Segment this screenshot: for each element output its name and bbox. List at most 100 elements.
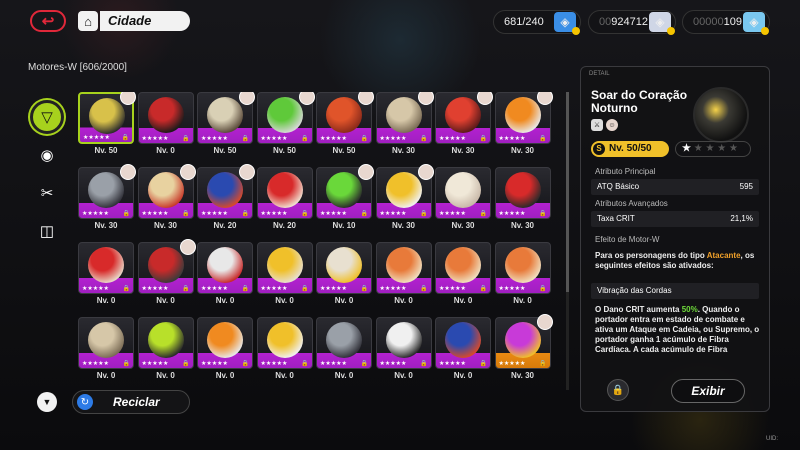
w-engine-card[interactable]: ★★★★★ 🔒 Nv. 0 — [375, 317, 432, 387]
w-engine-card[interactable]: ★★★★★ 🔒 Nv. 20 — [256, 167, 313, 237]
card-frame: ★★★★★ 🔒 — [435, 317, 491, 369]
w-engine-art — [88, 322, 124, 358]
w-engine-card[interactable]: ★★★★★ 🔒 Nv. 50 — [78, 92, 136, 162]
adv-attr-title: Atributos Avançados — [595, 199, 668, 208]
w-engine-card[interactable]: ★★★★★ 🔒 Nv. 0 — [435, 317, 491, 387]
recycle-button[interactable]: ↻ Reciclar — [72, 390, 190, 414]
lock-icon: 🔒 — [420, 136, 428, 142]
w-engine-card[interactable]: ★★★★★ 🔒 Nv. 50 — [197, 92, 255, 162]
w-engine-art — [326, 322, 362, 358]
lock-icon: 🔒 — [539, 286, 547, 292]
card-frame: ★★★★★ 🔒 — [494, 242, 551, 294]
lock-icon: 🔒 — [122, 211, 130, 217]
w-engine-card[interactable]: ★★★★★ 🔒 Nv. 0 — [435, 242, 491, 312]
w-engine-card[interactable]: ★★★★★ 🔒 Nv. 50 — [316, 92, 374, 162]
equipped-avatar — [417, 92, 434, 105]
type-icons: ⚔ ☺ — [591, 119, 618, 131]
resource-value: 109 — [723, 16, 742, 28]
w-engine-tab-icon[interactable]: ▽ — [30, 100, 64, 134]
w-engine-card[interactable]: ★★★★★ 🔒 Nv. 30 — [375, 92, 434, 162]
add-resource-icon[interactable] — [667, 27, 675, 35]
refinement-stars: ★★★★★ — [498, 136, 526, 142]
card-level: Nv. 0 — [275, 296, 294, 305]
equipped-avatar — [298, 92, 315, 105]
funnel-icon[interactable]: ▼ — [37, 392, 57, 412]
card-frame: ★★★★★ 🔒 — [256, 167, 313, 219]
main-attr-title: Atributo Principal — [595, 167, 656, 176]
w-engine-card[interactable]: ★★★★★ 🔒 Nv. 0 — [256, 242, 313, 312]
card-level: Nv. 0 — [394, 296, 413, 305]
scrollbar-thumb[interactable] — [566, 92, 569, 292]
w-engine-card[interactable]: ★★★★★ 🔒 Nv. 30 — [435, 167, 491, 237]
grid-scrollbar[interactable] — [566, 92, 569, 390]
w-engine-art — [147, 172, 184, 208]
adv-attr-name: Taxa CRIT — [597, 214, 635, 223]
lock-icon: 🔒 — [122, 286, 130, 292]
lock-icon: 🔒 — [241, 136, 249, 142]
w-engine-card[interactable]: ★★★★★ 🔒 Nv. 0 — [316, 242, 372, 312]
w-engine-card[interactable]: ★★★★★ 🔒 Nv. 30 — [78, 164, 136, 237]
w-engine-card[interactable]: ★★★★★ 🔒 Nv. 0 — [137, 239, 196, 312]
refinement-stars: ★★★★★ — [141, 136, 169, 142]
lock-icon[interactable]: 🔒 — [607, 379, 629, 401]
lock-icon: 🔒 — [301, 211, 309, 217]
disc-tab-icon[interactable]: ◉ — [30, 138, 64, 172]
w-engine-card[interactable]: ★★★★★ 🔒 Nv. 0 — [78, 317, 134, 387]
adv-attr-row: Taxa CRIT 21,1% — [591, 211, 759, 227]
w-engine-card[interactable]: ★★★★★ 🔒 Nv. 0 — [197, 317, 253, 387]
lock-icon: 🔒 — [121, 135, 129, 141]
bangboo-tab-icon[interactable]: ◫ — [30, 214, 64, 248]
w-engine-card[interactable]: ★★★★★ 🔒 Nv. 30 — [137, 164, 196, 237]
w-engine-art — [207, 247, 243, 283]
w-engine-card[interactable]: ★★★★★ 🔒 Nv. 10 — [316, 164, 374, 237]
w-engine-card[interactable]: ★★★★★ 🔒 Nv. 20 — [197, 164, 255, 237]
w-engine-card[interactable]: ★★★★★ 🔒 Nv. 0 — [137, 317, 194, 387]
card-level: Nv. 0 — [513, 296, 532, 305]
w-engine-art — [504, 247, 541, 283]
refinement-stars: ★★★★★ — [320, 361, 347, 367]
w-engine-art — [207, 172, 243, 208]
w-engine-card[interactable]: ★★★★★ 🔒 Nv. 0 — [78, 242, 134, 312]
equipped-avatar — [120, 164, 136, 180]
refinement-stars: ★★★★★ — [320, 286, 347, 292]
w-engine-card[interactable]: ★★★★★ 🔒 Nv. 0 — [197, 242, 253, 312]
refinement-stars: ★★★★★ — [379, 286, 407, 292]
card-level: Nv. 0 — [394, 371, 413, 380]
w-engine-card[interactable]: ★★★★★ 🔒 Nv. 30 — [375, 164, 434, 237]
w-engine-card[interactable]: ★★★★★ 🔒 Nv. 0 — [375, 242, 432, 312]
card-frame: ★★★★★ 🔒 — [435, 167, 491, 219]
house-icon[interactable]: ⌂ — [78, 11, 98, 31]
w-engine-art — [385, 247, 422, 283]
refinement-stars: ★★★★★ — [379, 361, 407, 367]
lock-icon: 🔒 — [479, 286, 487, 292]
card-level: Nv. 30 — [392, 221, 415, 230]
show-button[interactable]: Exibir — [671, 379, 745, 403]
w-engine-card[interactable]: ★★★★★ 🔒 Nv. 30 — [494, 92, 553, 162]
lock-icon: 🔒 — [479, 211, 487, 217]
w-engine-card[interactable]: ★★★★★ 🔒 Nv. 30 — [494, 314, 553, 387]
w-engine-card[interactable]: ★★★★★ 🔒 Nv. 0 — [137, 92, 194, 162]
w-engine-art — [207, 322, 243, 358]
card-frame: ★★★★★ 🔒 — [137, 317, 194, 369]
w-engine-card[interactable]: ★★★★★ 🔒 Nv. 30 — [494, 167, 551, 237]
w-engine-card[interactable]: ★★★★★ 🔒 Nv. 50 — [256, 92, 315, 162]
w-engine-card[interactable]: ★★★★★ 🔒 Nv. 0 — [494, 242, 551, 312]
w-engine-art — [445, 247, 481, 283]
resource-counter: 00000109 ◈ — [682, 10, 770, 35]
main-attr-row: ATQ Básico 595 — [591, 179, 759, 195]
w-engine-card[interactable]: ★★★★★ 🔒 Nv. 30 — [435, 92, 493, 162]
add-resource-icon[interactable] — [761, 27, 769, 35]
back-button[interactable]: ↩ — [30, 10, 66, 32]
back-arrow-icon: ↩ — [41, 13, 55, 30]
w-engine-card[interactable]: ★★★★★ 🔒 Nv. 0 — [256, 317, 313, 387]
material-tab-icon[interactable]: ✂ — [30, 176, 64, 210]
w-engine-art — [88, 247, 124, 283]
inventory-grid: ★★★★★ 🔒 Nv. 50 ★★★★★ 🔒 Nv. 0 ★★★★★ 🔒 Nv. 50 ★★★★★… — [78, 92, 568, 390]
w-engine-art — [445, 97, 481, 133]
refinement-stars: ★★★★★ — [82, 361, 109, 367]
effect-intro-a: Para os personagens do tipo — [595, 251, 707, 260]
lock-icon: 🔒 — [182, 286, 190, 292]
lock-icon: 🔒 — [301, 361, 309, 367]
w-engine-card[interactable]: ★★★★★ 🔒 Nv. 0 — [316, 317, 372, 387]
add-resource-icon[interactable] — [572, 27, 580, 35]
